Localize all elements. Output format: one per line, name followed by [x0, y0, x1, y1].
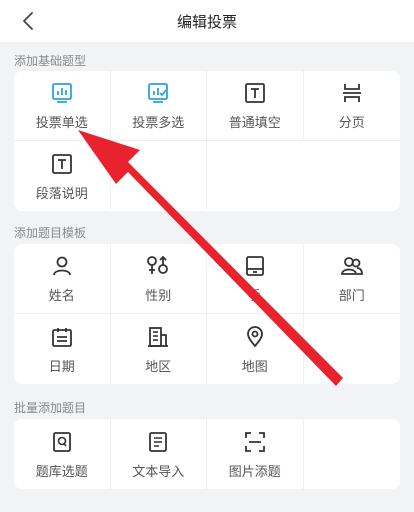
- poll-single-icon: [49, 80, 75, 106]
- add-text-import-button[interactable]: 文本导入: [111, 419, 207, 489]
- poll-multi-label: 投票多选: [132, 116, 185, 131]
- add-paragraph-button[interactable]: 段落说明: [14, 141, 111, 211]
- fill-blank-label: 普通填空: [228, 116, 281, 131]
- batch-card: 题库选题 文本导入 图片添题: [14, 419, 400, 489]
- question-bank-icon: [49, 429, 75, 455]
- page-break-icon: [339, 80, 365, 106]
- poll-multi-icon: [145, 80, 171, 106]
- department-label: 部门: [338, 289, 365, 304]
- section-title-batch: 批量添加题目: [14, 401, 87, 415]
- add-fill-blank-button[interactable]: 普通填空: [207, 71, 304, 141]
- region-label: 地区: [145, 359, 172, 375]
- name-label: 姓名: [48, 289, 75, 304]
- add-map-button[interactable]: 地图: [207, 314, 304, 384]
- add-poll-multi-button[interactable]: 投票多选: [110, 71, 207, 141]
- image-question-label: 图片添题: [228, 464, 281, 480]
- phone-icon: [242, 253, 268, 279]
- scan-icon: [242, 429, 268, 455]
- basic-types-card: 投票单选 投票多选 普通填空 分页 段落说明: [14, 71, 400, 211]
- page-title: 编辑投票: [176, 12, 237, 31]
- add-gender-button[interactable]: 性别: [110, 244, 207, 314]
- empty-cell: [304, 141, 401, 211]
- building-icon: [145, 324, 171, 350]
- chevron-left-icon: [23, 12, 33, 30]
- add-department-button[interactable]: 部门: [303, 244, 400, 314]
- top-bar: 编辑投票: [0, 0, 414, 42]
- gender-label: 性别: [145, 289, 172, 304]
- empty-cell: [207, 141, 304, 211]
- add-page-break-button[interactable]: 分页: [303, 71, 400, 141]
- group-icon: [339, 253, 365, 279]
- gender-icon: [145, 253, 171, 279]
- back-button[interactable]: [16, 9, 40, 33]
- date-label: 日期: [48, 359, 75, 375]
- question-bank-label: 题库选题: [35, 464, 88, 480]
- add-image-question-button[interactable]: 图片添题: [207, 419, 304, 489]
- empty-cell: [304, 314, 401, 384]
- empty-cell: [111, 141, 207, 211]
- calendar-icon: [49, 324, 75, 350]
- add-question-bank-button[interactable]: 题库选题: [14, 419, 111, 489]
- add-poll-single-button[interactable]: 投票单选: [14, 71, 111, 141]
- add-date-button[interactable]: 日期: [14, 314, 111, 384]
- person-icon: [49, 253, 75, 279]
- templates-card: 姓名 性别 手 部门 日期 地区 地图: [14, 244, 400, 384]
- text-box-icon: [242, 80, 268, 106]
- section-title-templates: 添加题目模板: [14, 226, 87, 240]
- poll-single-label: 投票单选: [35, 116, 88, 131]
- paragraph-icon: [49, 151, 75, 177]
- document-icon: [145, 429, 171, 455]
- page-break-label: 分页: [338, 116, 365, 131]
- section-title-basic: 添加基础题型: [14, 54, 87, 68]
- phone-label: 手: [248, 289, 262, 304]
- text-import-label: 文本导入: [132, 464, 185, 480]
- paragraph-label: 段落说明: [35, 186, 88, 202]
- add-name-button[interactable]: 姓名: [14, 244, 111, 314]
- empty-cell: [304, 419, 401, 489]
- location-pin-icon: [242, 324, 268, 350]
- add-region-button[interactable]: 地区: [111, 314, 207, 384]
- map-label: 地图: [241, 359, 268, 375]
- add-phone-button[interactable]: 手: [207, 244, 304, 314]
